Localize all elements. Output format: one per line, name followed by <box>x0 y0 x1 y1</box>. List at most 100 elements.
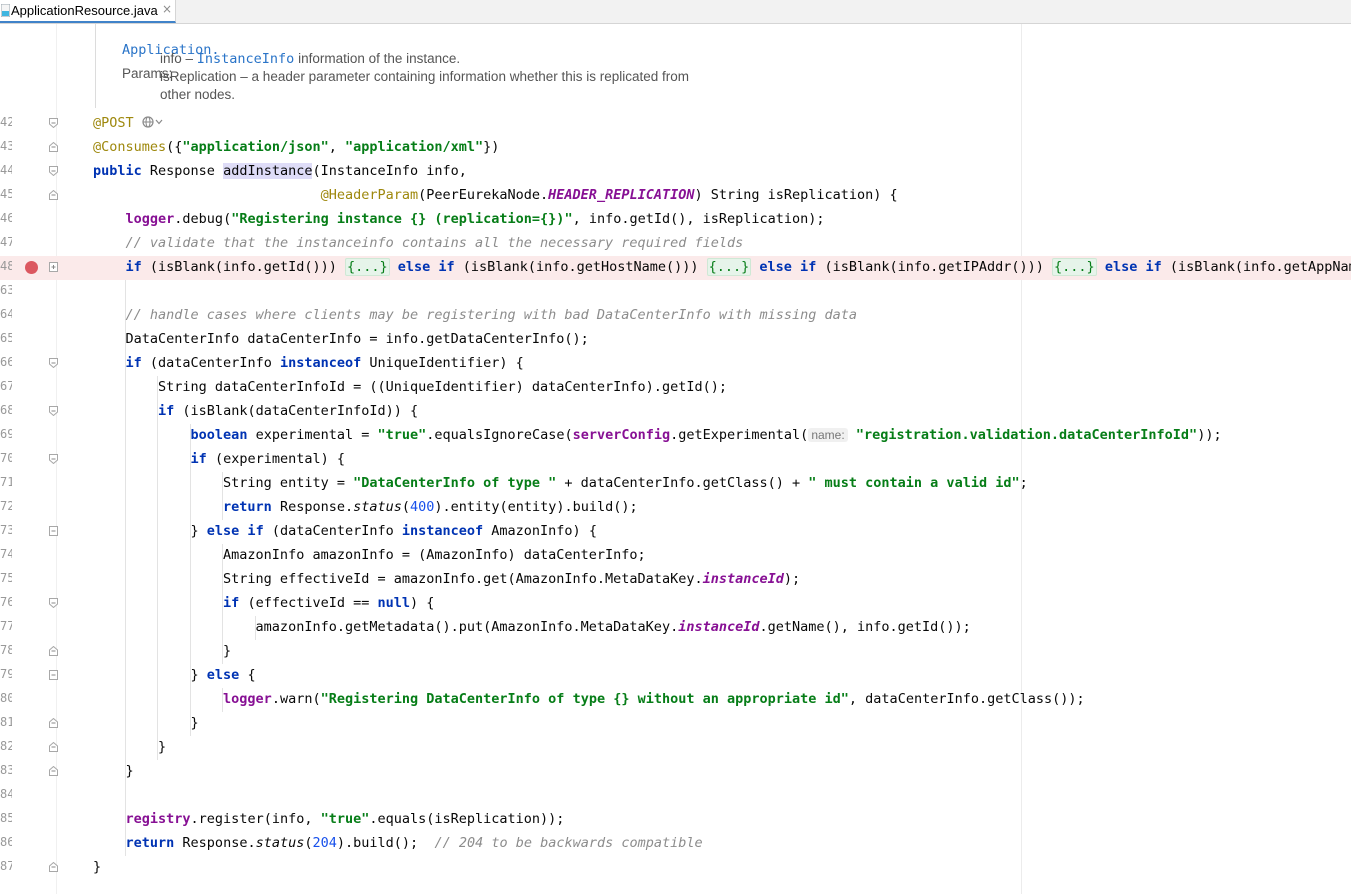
code-line[interactable]: 75 String effectiveId = amazonInfo.get(A… <box>0 568 1351 592</box>
code-text[interactable]: public Response addInstance(InstanceInfo… <box>93 163 467 179</box>
fold-collapse-icon[interactable] <box>49 454 58 464</box>
code-line[interactable]: 76 if (effectiveId == null) { <box>0 592 1351 616</box>
line-number[interactable]: 76 <box>0 595 12 609</box>
code-line[interactable]: 43 @Consumes({"application/json", "applic… <box>0 136 1351 160</box>
code-line[interactable]: 65 DataCenterInfo dataCenterInfo = info.… <box>0 328 1351 352</box>
fold-collapse-icon[interactable] <box>49 358 58 368</box>
code-line[interactable]: 85 registry.register(info, "true".equals… <box>0 808 1351 832</box>
line-number[interactable]: 64 <box>0 307 12 321</box>
code-text[interactable]: } <box>93 739 166 755</box>
code-text[interactable]: return Response.status(204).build(); // … <box>93 835 703 851</box>
code-text[interactable]: String entity = "DataCenterInfo of type … <box>93 475 1028 491</box>
line-number[interactable]: 75 <box>0 571 12 585</box>
code-line[interactable]: 81 } <box>0 712 1351 736</box>
code-text[interactable]: if (dataCenterInfo instanceof UniqueIden… <box>93 355 524 371</box>
line-number[interactable]: 83 <box>0 763 12 777</box>
fold-collapse-icon[interactable] <box>49 166 58 176</box>
code-text[interactable]: logger.debug("Registering instance {} (r… <box>93 211 825 227</box>
code-text[interactable]: logger.warn("Registering DataCenterInfo … <box>93 691 1085 707</box>
code-text[interactable]: @HeaderParam(PeerEurekaNode.HEADER_REPLI… <box>93 187 898 203</box>
line-number[interactable]: 73 <box>0 523 12 537</box>
line-number[interactable]: 87 <box>0 859 12 873</box>
code-text[interactable]: } else if (dataCenterInfo instanceof Ama… <box>93 523 597 539</box>
code-text[interactable]: } <box>93 859 101 875</box>
code-text[interactable]: return Response.status(400).entity(entit… <box>93 499 638 515</box>
line-number[interactable]: 65 <box>0 331 12 345</box>
code-line[interactable]: 79 } else { <box>0 664 1351 688</box>
line-number[interactable]: 42 <box>0 115 12 129</box>
code-line[interactable]: 74 AmazonInfo amazonInfo = (AmazonInfo) … <box>0 544 1351 568</box>
breakpoint-icon[interactable] <box>25 261 38 274</box>
fold-collapse-icon[interactable] <box>49 742 58 752</box>
code-text[interactable]: } <box>93 715 199 731</box>
code-text[interactable]: AmazonInfo amazonInfo = (AmazonInfo) dat… <box>93 547 646 563</box>
code-line[interactable]: 46 logger.debug("Registering instance {}… <box>0 208 1351 232</box>
fold-collapse-icon[interactable] <box>49 406 58 416</box>
tab-application-resource[interactable]: ApplicationResource.java × <box>0 0 176 23</box>
fold-collapse-icon[interactable] <box>49 646 58 656</box>
line-number[interactable]: 78 <box>0 643 12 657</box>
code-text[interactable]: if (experimental) { <box>93 451 345 467</box>
line-number[interactable]: 79 <box>0 667 12 681</box>
line-number[interactable]: 63 <box>0 283 12 297</box>
line-number[interactable]: 77 <box>0 619 12 633</box>
code-text[interactable]: @Consumes({"application/json", "applicat… <box>93 139 499 155</box>
code-line[interactable]: 48 if (isBlank(info.getId())) {...} else… <box>0 256 1351 280</box>
line-number[interactable]: 47 <box>0 235 12 249</box>
line-number[interactable]: 66 <box>0 355 12 369</box>
line-number[interactable]: 44 <box>0 163 12 177</box>
code-line[interactable]: 68 if (isBlank(dataCenterInfoId)) { <box>0 400 1351 424</box>
folded-block[interactable]: {...} <box>1052 258 1097 276</box>
line-number[interactable]: 82 <box>0 739 12 753</box>
code-line[interactable]: 66 if (dataCenterInfo instanceof UniqueI… <box>0 352 1351 376</box>
fold-collapse-icon[interactable] <box>49 598 58 608</box>
fold-collapse-icon[interactable] <box>49 190 58 200</box>
code-text[interactable]: // validate that the instanceinfo contai… <box>93 235 744 251</box>
code-line[interactable]: 67 String dataCenterInfoId = ((UniqueIde… <box>0 376 1351 400</box>
code-text[interactable]: String effectiveId = amazonInfo.get(Amaz… <box>93 571 800 587</box>
code-line[interactable]: 84 <box>0 784 1351 808</box>
line-number[interactable]: 68 <box>0 403 12 417</box>
code-line[interactable]: 73 } else if (dataCenterInfo instanceof … <box>0 520 1351 544</box>
code-text[interactable]: // handle cases where clients may be reg… <box>93 307 858 323</box>
code-line[interactable]: 83 } <box>0 760 1351 784</box>
line-number[interactable]: 46 <box>0 211 12 225</box>
code-line[interactable]: 47 // validate that the instanceinfo con… <box>0 232 1351 256</box>
code-text[interactable]: registry.register(info, "true".equals(is… <box>93 811 565 827</box>
fold-collapse-icon[interactable] <box>49 862 58 872</box>
code-text[interactable]: DataCenterInfo dataCenterInfo = info.get… <box>93 331 589 347</box>
code-text[interactable]: } else { <box>93 667 256 683</box>
code-line[interactable]: 45 @HeaderParam(PeerEurekaNode.HEADER_RE… <box>0 184 1351 208</box>
code-text[interactable]: } <box>93 763 134 779</box>
line-number[interactable]: 48 <box>0 259 12 273</box>
code-line[interactable]: 82 } <box>0 736 1351 760</box>
code-line[interactable]: 78 } <box>0 640 1351 664</box>
code-line[interactable]: 69 boolean experimental = "true".equalsI… <box>0 424 1351 448</box>
code-line[interactable]: 64 // handle cases where clients may be … <box>0 304 1351 328</box>
code-text[interactable]: if (isBlank(dataCenterInfoId)) { <box>93 403 418 419</box>
line-number[interactable]: 67 <box>0 379 12 393</box>
code-text[interactable]: if (effectiveId == null) { <box>93 595 434 611</box>
fold-collapse-icon[interactable] <box>49 118 58 128</box>
code-line[interactable]: 72 return Response.status(400).entity(en… <box>0 496 1351 520</box>
line-number[interactable]: 81 <box>0 715 12 729</box>
fold-collapse-icon[interactable] <box>49 526 58 536</box>
close-icon[interactable]: × <box>162 2 172 16</box>
code-text[interactable]: amazonInfo.getMetadata().put(AmazonInfo.… <box>93 619 971 635</box>
line-number[interactable]: 85 <box>0 811 12 825</box>
folded-block[interactable]: {...} <box>706 258 752 276</box>
code-line[interactable]: 42 @POST <box>0 112 1351 136</box>
fold-collapse-icon[interactable] <box>49 142 58 152</box>
code-line[interactable]: 87} <box>0 856 1351 880</box>
line-number[interactable]: 86 <box>0 835 12 849</box>
line-number[interactable]: 80 <box>0 691 12 705</box>
line-number[interactable]: 70 <box>0 451 12 465</box>
line-number[interactable]: 71 <box>0 475 12 489</box>
fold-collapse-icon[interactable] <box>49 766 58 776</box>
web-endpoint-globe-icon[interactable] <box>142 116 164 128</box>
code-line[interactable]: 70 if (experimental) { <box>0 448 1351 472</box>
code-line[interactable]: 77 amazonInfo.getMetadata().put(AmazonIn… <box>0 616 1351 640</box>
code-line[interactable]: 44 public Response addInstance(InstanceIn… <box>0 160 1351 184</box>
code-line[interactable]: 80 logger.warn("Registering DataCenterIn… <box>0 688 1351 712</box>
code-text[interactable]: @POST <box>93 115 164 131</box>
